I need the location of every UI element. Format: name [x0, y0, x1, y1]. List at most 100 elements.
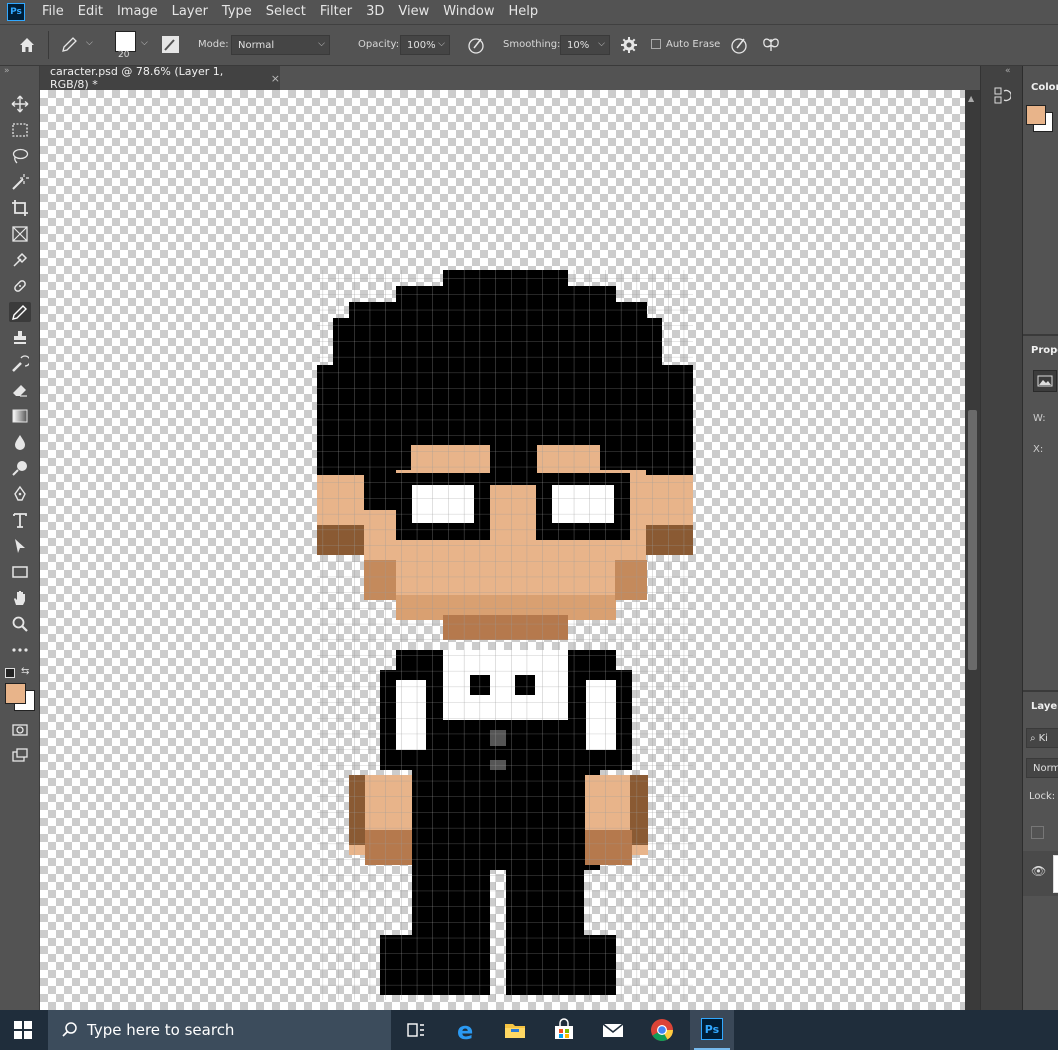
right-panels: Color Prope W: X: Layers ⌕ Ki Norm Lock:…: [1022, 66, 1058, 1010]
search-placeholder: Type here to search: [87, 1021, 235, 1039]
menu-view[interactable]: View: [391, 0, 436, 24]
scrollbar-thumb[interactable]: [968, 410, 977, 670]
opacity-label: Opacity:: [358, 39, 400, 50]
crop-tool-icon[interactable]: [9, 198, 31, 218]
photoshop-taskbar-button[interactable]: Ps: [690, 1010, 734, 1050]
rectangle-tool-icon[interactable]: [9, 562, 31, 582]
brush-size-value: 20: [118, 50, 130, 60]
menu-select[interactable]: Select: [259, 0, 313, 24]
path-selection-icon[interactable]: [9, 536, 31, 556]
tools-panel: » ⇆: [0, 66, 40, 1010]
close-tab-icon[interactable]: ×: [271, 72, 280, 85]
menu-file[interactable]: File: [35, 0, 71, 24]
eraser-icon[interactable]: [9, 380, 31, 400]
panel-divider: [1023, 334, 1058, 336]
history-panel-icon[interactable]: [993, 86, 1012, 109]
pencil-tool-icon[interactable]: [9, 302, 31, 322]
lasso-tool-icon[interactable]: [9, 146, 31, 166]
file-explorer-icon[interactable]: [503, 1018, 527, 1042]
document-tab[interactable]: caracter.psd @ 78.6% (Layer 1, RGB/8) * …: [40, 65, 280, 91]
task-view-icon[interactable]: [404, 1018, 428, 1042]
dodge-tool-icon[interactable]: [9, 458, 31, 478]
menu-filter[interactable]: Filter: [313, 0, 359, 24]
quick-mask-icon[interactable]: [9, 720, 31, 740]
marquee-tool-icon[interactable]: [9, 120, 31, 140]
mode-value: Normal: [238, 39, 275, 51]
eyedropper-icon[interactable]: [9, 250, 31, 270]
chevron-down-icon[interactable]: ⌵: [141, 38, 148, 48]
image-properties-icon[interactable]: [1033, 370, 1057, 392]
menu-3d[interactable]: 3D: [359, 0, 391, 24]
panel-foreground-swatch[interactable]: [1026, 105, 1046, 125]
collapse-icon[interactable]: »: [4, 66, 10, 76]
auto-erase-checkbox[interactable]: [651, 39, 661, 49]
mode-dropdown[interactable]: Normal ⌵: [231, 35, 330, 55]
menu-help[interactable]: Help: [502, 0, 546, 24]
layers-panel-title[interactable]: Layers: [1031, 701, 1058, 712]
eye-icon[interactable]: 👁: [1031, 864, 1046, 878]
edge-icon[interactable]: e: [455, 1017, 479, 1045]
windows-start-icon[interactable]: [14, 1021, 32, 1042]
chevron-down-icon: ⌵: [598, 39, 605, 49]
x-label: X:: [1033, 444, 1044, 455]
more-tools-icon[interactable]: [9, 640, 31, 660]
pencil-preset-icon[interactable]: [60, 36, 80, 57]
healing-brush-icon[interactable]: [9, 276, 31, 296]
taskbar-search-box[interactable]: Type here to search: [48, 1010, 391, 1050]
scroll-up-icon[interactable]: ▲: [968, 94, 974, 103]
menu-type[interactable]: Type: [215, 0, 259, 24]
hand-tool-icon[interactable]: [9, 588, 31, 608]
chrome-icon[interactable]: [650, 1018, 674, 1042]
pressure-opacity-icon[interactable]: [466, 35, 486, 58]
mode-label: Mode:: [198, 39, 229, 50]
pressure-size-icon[interactable]: [729, 35, 749, 58]
magic-wand-icon[interactable]: [9, 172, 31, 192]
layer-thumbnail: [1053, 855, 1058, 893]
transparent-canvas[interactable]: [40, 90, 965, 1010]
move-tool-icon[interactable]: [9, 94, 31, 114]
menu-edit[interactable]: Edit: [71, 0, 110, 24]
layer-blend-mode[interactable]: Norm: [1026, 758, 1058, 778]
pen-tool-icon[interactable]: [9, 484, 31, 504]
symmetry-icon[interactable]: [761, 35, 781, 58]
collapse-panels-icon[interactable]: «: [1005, 66, 1011, 76]
opacity-field[interactable]: 100% ⌵: [400, 35, 450, 55]
swap-colors-icon[interactable]: ⇆: [21, 666, 29, 677]
default-colors-icon[interactable]: [5, 668, 15, 678]
chevron-down-icon: ⌵: [318, 39, 325, 49]
foreground-color-swatch[interactable]: [5, 683, 26, 704]
brush-panel-toggle-icon[interactable]: [162, 36, 179, 53]
vertical-scrollbar[interactable]: ▲: [965, 90, 980, 1010]
screen-mode-icon[interactable]: [9, 746, 31, 766]
search-icon: ⌕: [1030, 732, 1036, 744]
history-brush-icon[interactable]: [9, 354, 31, 374]
home-icon[interactable]: [18, 36, 36, 57]
menu-image[interactable]: Image: [110, 0, 165, 24]
document-tab-title: caracter.psd @ 78.6% (Layer 1, RGB/8) *: [50, 65, 224, 91]
clone-stamp-icon[interactable]: [9, 328, 31, 348]
layer-row[interactable]: 👁: [1023, 851, 1058, 896]
lock-label: Lock:: [1029, 791, 1056, 802]
gear-icon[interactable]: [620, 36, 638, 57]
chevron-down-icon[interactable]: ⌵: [86, 38, 93, 48]
layers-filter-kind[interactable]: ⌕ Ki: [1026, 728, 1058, 748]
blur-tool-icon[interactable]: [9, 432, 31, 452]
brush-preview[interactable]: [115, 31, 136, 52]
pixel-art-character: [317, 270, 693, 1000]
mail-icon[interactable]: [601, 1018, 625, 1042]
search-icon: [62, 1022, 77, 1037]
zoom-tool-icon[interactable]: [9, 614, 31, 634]
menu-window[interactable]: Window: [436, 0, 501, 24]
layer-visibility-empty[interactable]: [1031, 826, 1044, 839]
color-panel-title[interactable]: Color: [1031, 82, 1058, 93]
canvas-area[interactable]: [40, 90, 965, 1010]
menu-layer[interactable]: Layer: [165, 0, 215, 24]
smoothing-label: Smoothing:: [503, 39, 561, 50]
frame-tool-icon[interactable]: [9, 224, 31, 244]
properties-panel-title[interactable]: Prope: [1031, 345, 1058, 356]
smoothing-value: 10%: [567, 39, 590, 51]
smoothing-field[interactable]: 10% ⌵: [560, 35, 610, 55]
store-icon[interactable]: [552, 1018, 576, 1042]
type-tool-icon[interactable]: [9, 510, 31, 530]
gradient-tool-icon[interactable]: [9, 406, 31, 426]
